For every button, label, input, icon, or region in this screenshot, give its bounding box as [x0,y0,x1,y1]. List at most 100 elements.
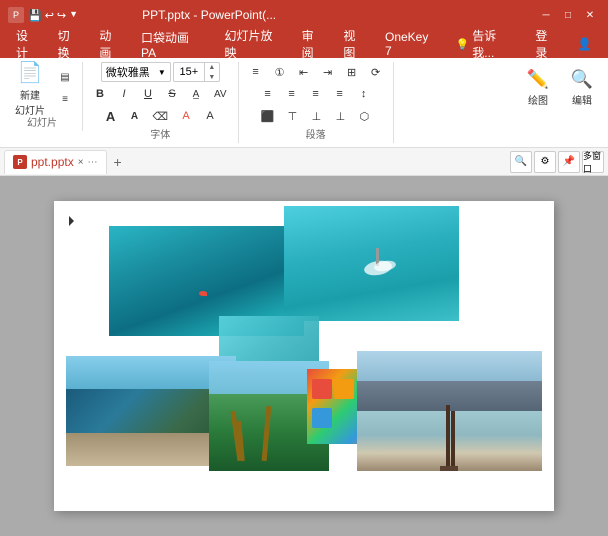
menu-slideshow[interactable]: 幻灯片放映 [217,24,292,64]
tab-close-button[interactable]: × [78,157,84,168]
align-middle-button[interactable]: ⊥ [305,106,327,126]
tab-actions: 🔍 ⚙ 📌 多窗口 [510,151,604,173]
new-slide-icon: 📄 [18,60,43,85]
align-top-button[interactable]: ⊤ [281,106,303,126]
font-highlight-button[interactable]: A [199,106,221,126]
shadow-button[interactable]: A̲ [185,84,207,104]
menu-onekey[interactable]: OneKey 7 [377,27,446,61]
tab-multi-window-button[interactable]: 多窗口 [582,151,604,173]
window-controls[interactable]: ─ □ ✕ [536,7,600,23]
paragraph-row-1: ≡ ① ⇤ ⇥ ⊞ ⟳ [245,62,387,82]
menu-review[interactable]: 审阅 [294,24,334,64]
ribbon-group-slides: 📄 新建幻灯片 ▤ ≡ 幻灯片 [6,62,83,131]
font-size-arrows: ▲ ▼ [204,62,219,82]
new-slide-label: 新建幻灯片 [15,87,45,117]
increase-indent-button[interactable]: ⇥ [317,62,339,82]
save-icon[interactable]: 💾 [28,9,42,22]
slide-section-button[interactable]: ≡ [54,89,76,109]
maximize-button[interactable]: □ [558,7,578,23]
font-group-label: 字体 [150,126,170,141]
dropdown-icon[interactable]: ▼ [69,9,78,22]
edit-label: 编辑 [572,92,592,107]
edit-icon: 🔍 [571,69,593,90]
tab-menu-icon[interactable]: ⋯ [88,157,98,168]
paragraph-row-2: ≡ ≡ ≡ ≡ ↕ [257,84,375,104]
menu-user[interactable]: 👤 [569,34,600,54]
slide-area[interactable] [0,176,608,536]
draw-label: 绘图 [528,92,548,107]
font-row-3: A A ⌫ A A [100,106,222,126]
redo-icon[interactable]: ↪ [57,9,66,22]
font-spacing-button[interactable]: AV [209,84,232,104]
lightbulb-icon: 💡 [456,38,470,51]
bold-button[interactable]: B [89,84,111,104]
increase-font-button[interactable]: A [100,106,122,126]
direction-button[interactable]: ⟳ [365,62,387,82]
smart-art-button[interactable]: ⬡ [353,106,375,126]
italic-button[interactable]: I [113,84,135,104]
close-button[interactable]: ✕ [580,7,600,23]
clear-format-button[interactable]: ⌫ [148,106,174,126]
numbering-button[interactable]: ① [269,62,291,82]
new-slide-area: 📄 新建幻灯片 ▤ ≡ [8,62,76,114]
underline-button[interactable]: U [137,84,159,104]
menu-animation[interactable]: 动画 [91,24,131,64]
menu-tell-me[interactable]: 💡告诉我... [448,24,526,64]
font-name-text: 微软雅黑 [106,64,150,80]
strikethrough-button[interactable]: S [161,84,183,104]
font-size-input[interactable] [174,66,204,78]
slide-layout-button[interactable]: ▤ [54,67,76,87]
ribbon-right: ✏️ 绘图 🔍 编辑 [518,62,602,114]
align-bottom-button[interactable]: ⊥ [329,106,351,126]
draw-icon: ✏️ [527,69,549,90]
menu-login[interactable]: 登录 [527,24,567,64]
new-slide-button[interactable]: 📄 新建幻灯片 [8,62,52,114]
align-right-button[interactable]: ≡ [305,84,327,104]
tab-search-button[interactable]: 🔍 [510,151,532,173]
font-size-up[interactable]: ▲ [205,62,219,72]
minimize-button[interactable]: ─ [536,7,556,23]
ribbon: 📄 新建幻灯片 ▤ ≡ 幻灯片 微软雅黑 ▼ ▲ ▼ [0,58,608,148]
decrease-indent-button[interactable]: ⇤ [293,62,315,82]
convert-shape-button[interactable]: ⬛ [256,106,280,126]
item4 [312,408,332,428]
menu-design[interactable]: 设计 [8,24,48,64]
slide-canvas[interactable] [54,201,554,511]
photo-mountain-lake[interactable] [357,351,542,471]
tab-settings-button[interactable]: ⚙ [534,151,556,173]
font-name-dropdown[interactable]: 微软雅黑 ▼ [101,62,171,82]
item2 [334,379,354,399]
justify-button[interactable]: ≡ [329,84,351,104]
menu-view[interactable]: 视图 [335,24,375,64]
font-row-1: 微软雅黑 ▼ ▲ ▼ [101,62,220,82]
menu-bar: 设计 切换 动画 口袋动画 PA 幻灯片放映 审阅 视图 OneKey 7 💡告… [0,30,608,58]
menu-pocket-animation[interactable]: 口袋动画 PA [133,26,214,63]
paragraph-row-3: ⬛ ⊤ ⊥ ⊥ ⬡ [256,106,376,126]
app-icon: P [8,7,24,23]
decrease-font-button[interactable]: A [124,106,146,126]
item1 [312,379,332,399]
slides-group-label: 幻灯片 [27,114,57,129]
pier-board [440,466,458,471]
font-row-2: B I U S A̲ AV [89,84,232,104]
tab-pptx[interactable]: P ppt.pptx × ⋯ [4,150,107,174]
column-button[interactable]: ⊞ [341,62,363,82]
align-center-button[interactable]: ≡ [281,84,303,104]
font-color-button[interactable]: A [175,106,197,126]
tab-bar: P ppt.pptx × ⋯ + 🔍 ⚙ 📌 多窗口 [0,148,608,176]
ppt-file-icon: P [13,155,27,169]
edit-button[interactable]: 🔍 编辑 [562,62,602,114]
line-spacing-button[interactable]: ↕ [353,84,375,104]
sail-mast [376,248,379,266]
align-left-button[interactable]: ≡ [257,84,279,104]
tab-pin-button[interactable]: 📌 [558,151,580,173]
pier-post-1 [446,405,450,471]
font-size-down[interactable]: ▼ [205,72,219,82]
paragraph-group-label: 段落 [306,126,326,141]
undo-icon[interactable]: ↩ [45,9,54,22]
photo-aerial-boat[interactable] [284,206,459,321]
bullets-button[interactable]: ≡ [245,62,267,82]
menu-transition[interactable]: 切换 [50,24,90,64]
draw-button[interactable]: ✏️ 绘图 [518,62,558,114]
tab-add-button[interactable]: + [107,151,129,173]
